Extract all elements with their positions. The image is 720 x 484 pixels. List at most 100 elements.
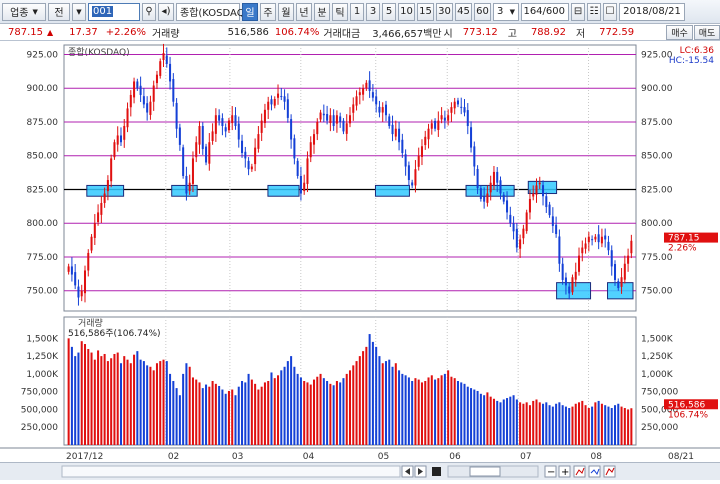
market-select[interactable]: 업종 ▼ (2, 2, 46, 21)
volume-bar (87, 349, 90, 445)
period-label: 일 (245, 8, 255, 19)
candle-body (407, 165, 410, 181)
volume-bar (208, 386, 211, 445)
interval-10[interactable]: 10 (398, 2, 415, 21)
settings-icon[interactable]: ☷ (587, 2, 601, 21)
x-axis-label: 08 (591, 452, 603, 462)
code-input[interactable]: 001 (88, 2, 140, 21)
volume-bar (211, 381, 214, 445)
date-field[interactable]: 2018/08/21 (619, 2, 685, 21)
zoom-thumb[interactable] (469, 466, 501, 477)
compare-button[interactable] (603, 465, 616, 478)
period-minute[interactable]: 분 (314, 2, 330, 21)
volume-bar (378, 356, 381, 445)
low-value: 772.59 (599, 26, 635, 38)
volume-bar (437, 378, 440, 445)
minus-icon: − (547, 467, 555, 478)
sell-button[interactable]: 매도 (694, 25, 720, 40)
volume-bar (486, 392, 489, 445)
price-change: 17.37 (69, 26, 98, 38)
interval-3[interactable]: 3 (366, 2, 380, 21)
date-text: 2018/08/21 (623, 6, 681, 17)
volume-bar (257, 389, 260, 445)
volume-tick-left: 1,250K (26, 352, 59, 362)
bottom-scrollbar[interactable]: − + (0, 462, 720, 480)
candle-body (623, 263, 626, 280)
volume-bar (110, 358, 113, 445)
sell-label: 매도 (698, 29, 716, 39)
search-icon[interactable]: ⚲ (142, 2, 156, 21)
volume-tick-left: 1,000K (26, 370, 59, 380)
candle-body (574, 271, 577, 280)
candle-body (486, 193, 489, 203)
volume-bar (241, 381, 244, 445)
period-day[interactable]: 일 (242, 2, 258, 21)
mode-dropdown-icon[interactable]: ▼ (72, 2, 86, 21)
volume-bar (381, 363, 384, 445)
count-select[interactable]: 3 ▼ (493, 2, 519, 21)
stop-icon[interactable] (432, 467, 441, 476)
volume-bar (358, 356, 361, 445)
candle-body (312, 134, 316, 145)
interval-30[interactable]: 30 (436, 2, 453, 21)
candle-body (453, 101, 456, 109)
buy-button[interactable]: 매수 (666, 25, 693, 40)
candle-body (447, 115, 450, 121)
period-year[interactable]: 년 (296, 2, 312, 21)
volume-bar (277, 375, 280, 445)
interval-60[interactable]: 60 (474, 2, 491, 21)
chart-type-button[interactable] (573, 465, 586, 478)
candle-body (479, 188, 482, 199)
collapse-icon[interactable]: ⊟ (571, 2, 585, 21)
interval-1[interactable]: 1 (350, 2, 364, 21)
candle-body (620, 277, 623, 287)
volume-bar (578, 402, 581, 445)
period-week[interactable]: 주 (260, 2, 276, 21)
candle-body (198, 126, 201, 145)
amount-value: 3,466,657백만 (372, 28, 442, 40)
interval-45[interactable]: 45 (455, 2, 472, 21)
zone-box (267, 184, 300, 197)
box-icon[interactable]: ☐ (603, 2, 617, 21)
candle-body (97, 212, 100, 223)
period-label: 분 (317, 8, 327, 19)
interval-label: 15 (419, 6, 432, 17)
candle-body (378, 106, 381, 113)
volume-bar (362, 351, 365, 445)
volume-bar (453, 378, 456, 445)
candle-body (617, 281, 620, 289)
volume-bar (564, 406, 567, 445)
candle-body (587, 236, 590, 243)
volume-bar (388, 359, 391, 445)
plus-icon: + (561, 467, 569, 478)
volume-bar (237, 386, 240, 445)
candle-body (309, 142, 312, 158)
candle-body (205, 146, 208, 163)
period-month[interactable]: 월 (278, 2, 294, 21)
candle-body (466, 110, 469, 127)
sound-icon[interactable]: ◂) (158, 2, 174, 21)
candle-body (345, 123, 348, 134)
interval-5[interactable]: 5 (382, 2, 396, 21)
candle-body (348, 115, 352, 124)
scroll-track[interactable] (61, 465, 401, 478)
mode-button[interactable]: 전 (48, 2, 70, 21)
candle-body (339, 116, 342, 122)
candle-body (178, 127, 181, 145)
volume-bar (607, 406, 610, 445)
volume-tick-right: 250,000 (641, 423, 678, 433)
volume-bar (502, 399, 505, 445)
candle-body (597, 234, 600, 243)
volume-bar (623, 408, 626, 445)
price-volume-chart: 925.00 925.00900.00 900.00875.00 875.00850.… (0, 41, 720, 462)
candle-body (221, 118, 224, 127)
candle-body (70, 266, 73, 275)
candle-body (515, 228, 518, 248)
volume-bar (182, 373, 185, 445)
period-tick[interactable]: 틱 (332, 2, 348, 21)
volume-bar (322, 378, 325, 445)
interval-15[interactable]: 15 (417, 2, 434, 21)
candle-body (142, 96, 145, 105)
volume-bar (244, 382, 247, 445)
price-tick-right: 750.00 (641, 287, 673, 297)
